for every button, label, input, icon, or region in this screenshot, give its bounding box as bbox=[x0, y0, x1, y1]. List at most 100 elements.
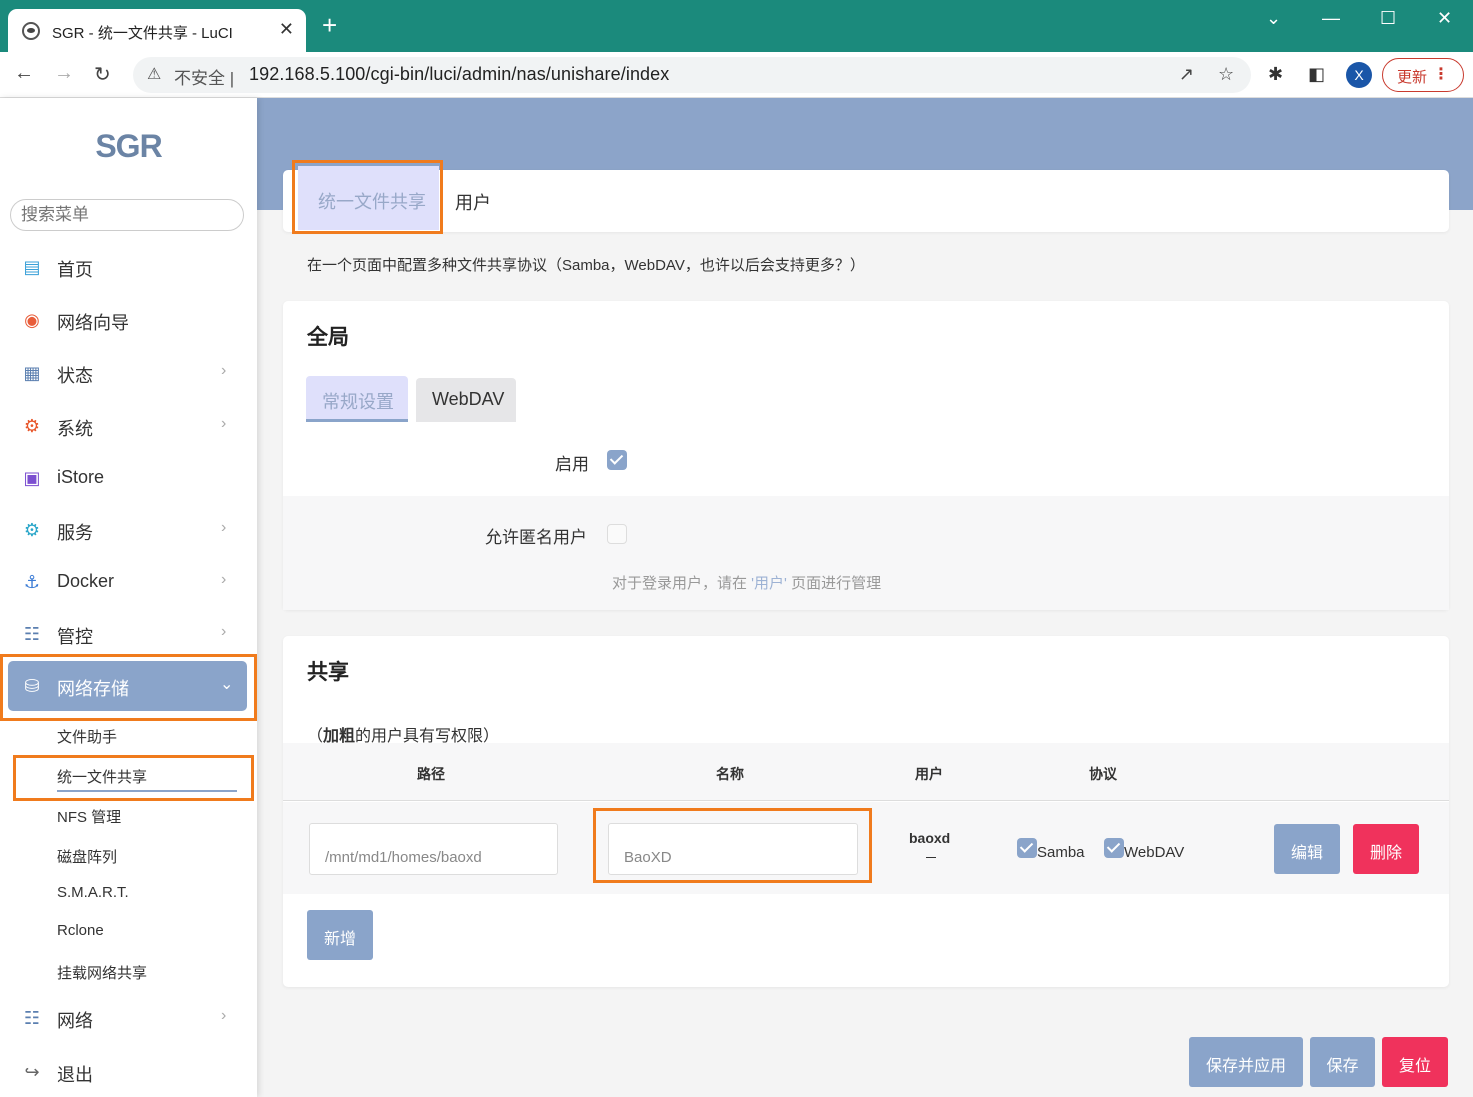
delete-button[interactable]: 删除 bbox=[1353, 824, 1419, 874]
sidebar-item-label: 网络 bbox=[57, 1011, 93, 1031]
reload-icon[interactable]: ↻ bbox=[94, 62, 111, 87]
enable-row bbox=[283, 422, 1449, 496]
sidebar-sub-rclone[interactable]: Rclone bbox=[57, 922, 104, 939]
sidebar-item-logout[interactable]: ↪ 退出 bbox=[0, 1053, 257, 1093]
reset-button[interactable]: 复位 bbox=[1382, 1037, 1448, 1087]
share-title: 共享 bbox=[307, 661, 349, 684]
sidebar-item-services[interactable]: ⚙ 服务 › bbox=[0, 511, 257, 551]
new-tab-button[interactable]: + bbox=[322, 12, 337, 38]
sidebar-item-status[interactable]: ▦ 状态 › bbox=[0, 354, 257, 394]
kebab-icon: ⋮ bbox=[1433, 66, 1449, 83]
browser-tab[interactable]: SGR - 统一文件共享 - LuCI ✕ bbox=[8, 9, 306, 52]
update-button[interactable]: 更新 ⋮ bbox=[1382, 58, 1464, 92]
sliders-icon: ☷ bbox=[23, 624, 41, 644]
maximize-icon[interactable]: ☐ bbox=[1380, 8, 1396, 29]
sidebar-sub-raid[interactable]: 磁盘阵列 bbox=[57, 846, 117, 867]
column-header-name: 名称 bbox=[716, 766, 744, 782]
sidebar-item-label: 系统 bbox=[57, 419, 93, 439]
chevron-right-icon: › bbox=[221, 519, 227, 536]
highlight-unishare-tab bbox=[292, 160, 443, 234]
sidebar-item-label: 退出 bbox=[57, 1065, 93, 1085]
sidebar-item-label: 首页 bbox=[57, 260, 93, 280]
tab-close-icon[interactable]: ✕ bbox=[279, 19, 294, 40]
gear-icon: ⚙ bbox=[23, 416, 41, 436]
highlight-nas-menu bbox=[0, 654, 257, 721]
tab-users[interactable]: 用户 bbox=[455, 189, 491, 215]
chevron-right-icon: › bbox=[221, 362, 227, 379]
sidebar-sub-smart[interactable]: S.M.A.R.T. bbox=[57, 884, 129, 901]
tab-search-icon[interactable]: ⌄ bbox=[1266, 8, 1281, 29]
sidebar-item-home[interactable]: ▤ 首页 bbox=[0, 248, 257, 288]
menu-search-input[interactable] bbox=[10, 199, 244, 231]
users-link[interactable]: '用户' bbox=[751, 575, 787, 592]
column-header-protocol: 协议 bbox=[1089, 766, 1117, 782]
sidebar-item-istore[interactable]: ▣ iStore bbox=[0, 459, 257, 499]
back-icon[interactable]: ← bbox=[14, 62, 34, 85]
close-window-icon[interactable]: ✕ bbox=[1437, 8, 1452, 29]
sidebar-item-label: 网络向导 bbox=[57, 313, 129, 333]
subtab-general[interactable]: 常规设置 bbox=[306, 376, 408, 422]
forward-icon[interactable]: → bbox=[54, 62, 74, 85]
profile-avatar[interactable]: X bbox=[1346, 62, 1372, 88]
anon-hint: 对于登录用户，请在 '用户' 页面进行管理 bbox=[612, 575, 882, 592]
grid-icon: ▦ bbox=[23, 363, 41, 383]
sidebar-sub-nfs[interactable]: NFS 管理 bbox=[57, 806, 121, 827]
chevron-right-icon: › bbox=[221, 415, 227, 432]
store-icon: ▣ bbox=[23, 468, 41, 488]
share-icon[interactable]: ↗ bbox=[1179, 64, 1194, 85]
logout-icon: ↪ bbox=[24, 1062, 40, 1082]
dashboard-icon: ▤ bbox=[23, 257, 41, 277]
sidebar-item-label: 管控 bbox=[57, 627, 93, 647]
subtab-label: 常规设置 bbox=[322, 392, 394, 412]
sidebar: SGR ▤ 首页 ◉ 网络向导 ▦ 状态 › ⚙ 系统 › ▣ iStore ⚙… bbox=[0, 98, 257, 1097]
webdav-label: WebDAV bbox=[1124, 844, 1185, 861]
anon-checkbox[interactable] bbox=[607, 524, 627, 544]
share-table-header: 路径 名称 用户 协议 bbox=[283, 743, 1449, 801]
user-dash bbox=[926, 857, 936, 858]
chevron-right-icon: › bbox=[221, 623, 227, 640]
samba-checkbox[interactable] bbox=[1017, 838, 1037, 858]
sidebar-item-system[interactable]: ⚙ 系统 › bbox=[0, 407, 257, 447]
save-apply-button[interactable]: 保存并应用 bbox=[1189, 1037, 1303, 1087]
subtab-label: WebDAV bbox=[432, 389, 505, 409]
favicon-icon bbox=[22, 22, 40, 40]
sidebar-item-label: 状态 bbox=[57, 366, 93, 386]
sidepanel-icon[interactable]: ◧ bbox=[1308, 64, 1325, 85]
samba-label: Samba bbox=[1037, 844, 1085, 861]
enable-checkbox[interactable] bbox=[607, 450, 627, 470]
sidebar-sub-file-assistant[interactable]: 文件助手 bbox=[57, 726, 117, 747]
highlight-unishare-menu bbox=[13, 755, 254, 801]
sidebar-sub-mount[interactable]: 挂载网络共享 bbox=[57, 962, 147, 983]
docker-icon: ⚓ bbox=[23, 572, 41, 592]
chevron-right-icon: › bbox=[221, 571, 227, 588]
add-button[interactable]: 新增 bbox=[307, 910, 373, 960]
minimize-icon[interactable]: — bbox=[1322, 8, 1340, 29]
highlight-name-input bbox=[593, 808, 872, 883]
edit-button[interactable]: 编辑 bbox=[1274, 824, 1340, 874]
extensions-icon[interactable]: ✱ bbox=[1268, 64, 1283, 85]
security-label[interactable]: 不安全 | bbox=[174, 64, 234, 89]
warning-icon[interactable]: ⚠ bbox=[147, 64, 161, 84]
brand-logo[interactable]: SGR bbox=[0, 128, 257, 165]
star-icon[interactable]: ☆ bbox=[1218, 64, 1234, 85]
sidebar-item-wizard[interactable]: ◉ 网络向导 bbox=[0, 301, 257, 341]
network-icon: ☷ bbox=[23, 1008, 41, 1028]
sidebar-item-label: Docker bbox=[57, 571, 115, 591]
sidebar-item-network[interactable]: ☷ 网络 › bbox=[0, 999, 257, 1039]
sidebar-item-label: 服务 bbox=[57, 523, 93, 543]
sidebar-item-control[interactable]: ☷ 管控 › bbox=[0, 615, 257, 655]
column-header-path: 路径 bbox=[417, 766, 445, 782]
url-text[interactable]: 192.168.5.100/cgi-bin/luci/admin/nas/uni… bbox=[249, 64, 669, 85]
webdav-checkbox[interactable] bbox=[1104, 838, 1124, 858]
subtab-webdav[interactable]: WebDAV bbox=[416, 378, 516, 422]
global-title: 全局 bbox=[307, 326, 349, 349]
path-input[interactable] bbox=[309, 823, 558, 875]
page-description: 在一个页面中配置多种文件共享协议（Samba，WebDAV，也许以后会支持更多？… bbox=[307, 257, 865, 274]
tab-title: SGR - 统一文件共享 - LuCI bbox=[52, 25, 233, 42]
anon-label: 允许匿名用户 bbox=[485, 528, 587, 547]
save-button[interactable]: 保存 bbox=[1310, 1037, 1375, 1087]
sidebar-item-docker[interactable]: ⚓ Docker › bbox=[0, 563, 257, 603]
address-bar[interactable]: ⚠ 不安全 | 192.168.5.100/cgi-bin/luci/admin… bbox=[133, 57, 1251, 93]
column-header-user: 用户 bbox=[915, 766, 943, 782]
update-label: 更新 bbox=[1397, 69, 1428, 86]
